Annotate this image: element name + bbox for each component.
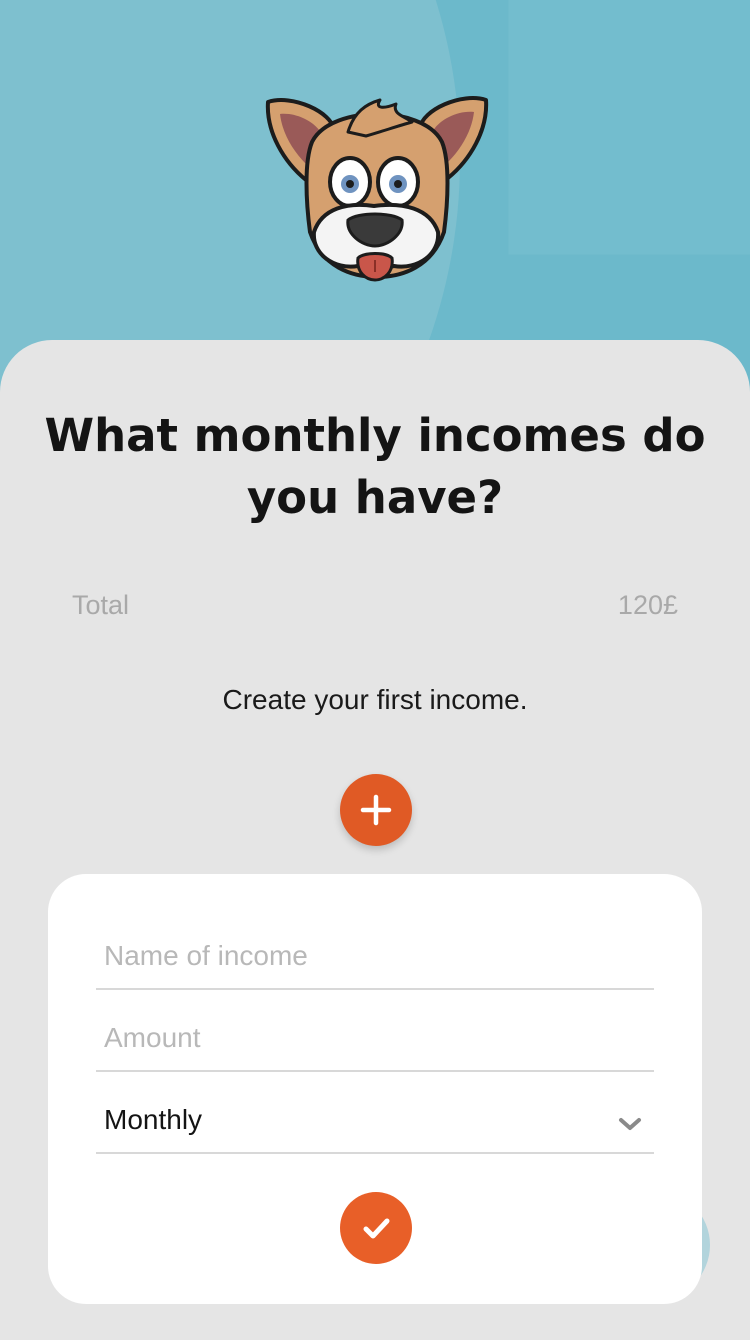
page-title: What monthly incomes do you have? xyxy=(44,409,706,524)
frequency-select[interactable]: Monthly xyxy=(96,1090,654,1154)
total-label: Total xyxy=(72,590,130,620)
amount-field-wrapper xyxy=(96,1008,654,1072)
income-name-field-wrapper xyxy=(96,926,654,990)
checkmark-icon xyxy=(363,1218,390,1239)
add-income-button[interactable] xyxy=(340,774,412,846)
plus-icon xyxy=(360,794,392,826)
dog-face-icon xyxy=(265,96,489,282)
frequency-select-value: Monthly xyxy=(104,1104,203,1135)
total-value: 120£ xyxy=(617,590,678,620)
chevron-down-icon xyxy=(619,1118,641,1130)
empty-state-message: Create your first income. xyxy=(222,684,528,715)
confirm-income-button[interactable] xyxy=(340,1192,412,1264)
income-name-input[interactable] xyxy=(104,926,624,986)
amount-input[interactable] xyxy=(104,1008,624,1068)
